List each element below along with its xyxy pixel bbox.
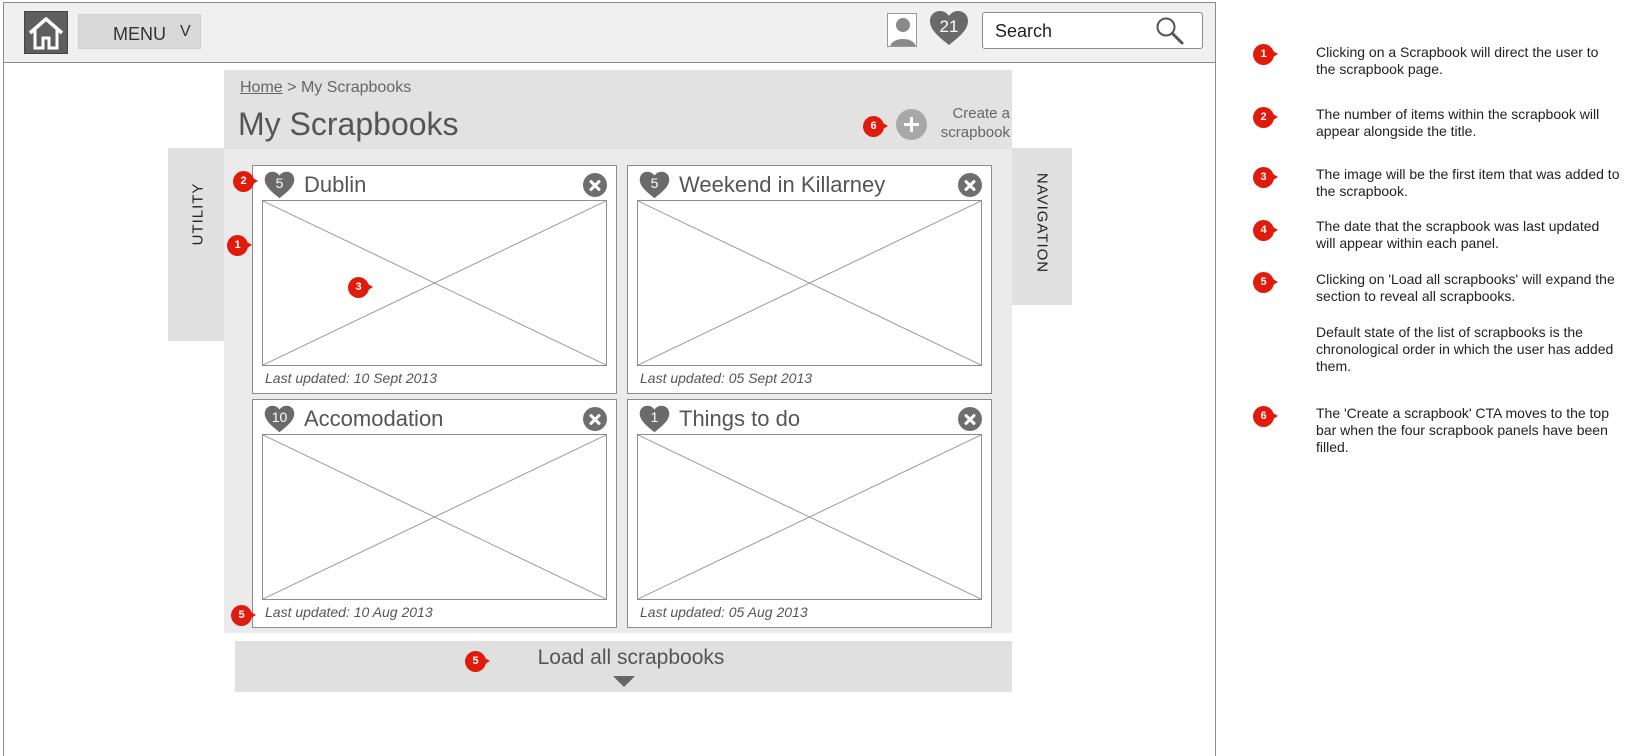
- annotation-marker: 3: [348, 277, 373, 298]
- search-icon[interactable]: [1155, 16, 1185, 46]
- note-marker: 1: [1253, 44, 1278, 65]
- item-count-badge: 10: [263, 405, 296, 433]
- scrapbook-card[interactable]: 5 Dublin Last updated: 10 Sept 2013: [252, 165, 617, 394]
- image-placeholder: [262, 434, 607, 600]
- item-count-badge: 5: [638, 171, 671, 199]
- image-placeholder: [637, 434, 982, 600]
- scrapbook-card[interactable]: 10 Accomodation Last updated: 10 Aug 201…: [252, 399, 617, 628]
- annotation-marker: 2: [233, 171, 258, 192]
- last-updated: Last updated: 05 Sept 2013: [640, 370, 813, 386]
- note-marker: 3: [1253, 167, 1278, 188]
- annotation-note: Clicking on a Scrapbook will direct the …: [1316, 44, 1599, 77]
- note-marker: 2: [1253, 107, 1278, 128]
- search-input[interactable]: [995, 19, 1145, 43]
- create-label-line2: scrapbook: [940, 124, 1010, 141]
- utility-tab[interactable]: UTILITY: [168, 148, 228, 341]
- breadcrumb-separator: >: [287, 79, 297, 96]
- breadcrumb-current: My Scrapbooks: [300, 79, 412, 96]
- last-updated: Last updated: 10 Sept 2013: [265, 370, 438, 386]
- image-placeholder: [262, 200, 607, 366]
- annotation-note: Clicking on 'Load all scrapbooks' will e…: [1316, 271, 1615, 304]
- annotation-note: Default state of the list of scrapbooks …: [1316, 324, 1614, 374]
- user-avatar-icon: [890, 18, 916, 46]
- item-count: 10: [271, 409, 288, 425]
- breadcrumb: Home > My Scrapbooks: [240, 79, 411, 97]
- scrapbook-card[interactable]: 1 Things to do Last updated: 05 Aug 2013: [627, 399, 992, 628]
- annotation-note: The image will be the first item that wa…: [1316, 166, 1620, 199]
- annotation-note: The date that the scrapbook was last upd…: [1316, 218, 1600, 251]
- scrapbook-title: Things to do: [679, 406, 801, 431]
- scrapbook-title: Dublin: [304, 172, 367, 197]
- load-all-label: Load all scrapbooks: [537, 646, 725, 669]
- annotation-note: The number of items within the scrapbook…: [1316, 106, 1600, 139]
- user-avatar[interactable]: [887, 13, 917, 47]
- load-all-scrapbooks-button[interactable]: Load all scrapbooks: [235, 641, 1012, 692]
- item-count-badge: 1: [638, 405, 671, 433]
- breadcrumb-home-link[interactable]: Home: [240, 79, 283, 96]
- annotation-marker: 6: [863, 116, 888, 137]
- last-updated: Last updated: 05 Aug 2013: [640, 604, 808, 620]
- scrapbook-card[interactable]: 5 Weekend in Killarney Last updated: 05 …: [627, 165, 992, 394]
- close-icon[interactable]: [958, 407, 982, 431]
- note-marker: 5: [1253, 272, 1278, 293]
- scrapbook-title: Accomodation: [304, 406, 444, 431]
- menu-button[interactable]: MENU V: [78, 14, 201, 49]
- top-bar: MENU V 21: [4, 3, 1215, 63]
- note-marker: 4: [1253, 220, 1278, 241]
- plus-icon: [896, 109, 927, 140]
- create-label-line1: Create a: [952, 105, 1010, 122]
- create-scrapbook-label: Create a scrapbook: [932, 104, 1010, 142]
- search-box[interactable]: [982, 12, 1203, 49]
- item-count-badge: 5: [263, 171, 296, 199]
- close-icon[interactable]: [958, 173, 982, 197]
- close-icon[interactable]: [583, 173, 607, 197]
- item-count: 5: [650, 175, 659, 191]
- close-icon[interactable]: [583, 407, 607, 431]
- annotation-marker: 5: [465, 651, 490, 672]
- create-scrapbook-button[interactable]: Create a scrapbook: [896, 104, 1010, 146]
- item-count: 1: [650, 409, 659, 425]
- favorites-button[interactable]: 21: [929, 10, 969, 46]
- content-header: Home > My Scrapbooks My Scrapbooks Creat…: [224, 70, 1012, 149]
- home-icon: [28, 16, 64, 49]
- item-count: 5: [275, 175, 284, 191]
- annotation-marker: 1: [227, 235, 252, 256]
- navigation-tab[interactable]: NAVIGATION: [1012, 148, 1072, 305]
- chevron-down-icon: V: [180, 23, 191, 40]
- utility-label: UTILITY: [189, 182, 207, 246]
- menu-label: MENU: [113, 24, 166, 44]
- navigation-label: NAVIGATION: [1033, 172, 1051, 274]
- note-marker: 6: [1253, 406, 1278, 427]
- last-updated: Last updated: 10 Aug 2013: [265, 604, 433, 620]
- triangle-down-icon: [613, 676, 635, 687]
- favorites-count: 21: [939, 17, 959, 36]
- scrapbook-title: Weekend in Killarney: [679, 172, 886, 197]
- image-placeholder: [637, 200, 982, 366]
- annotation-note: The 'Create a scrapbook' CTA moves to th…: [1316, 405, 1610, 455]
- page-title: My Scrapbooks: [238, 106, 459, 142]
- home-button[interactable]: [24, 11, 68, 54]
- annotation-marker: 5: [231, 605, 256, 626]
